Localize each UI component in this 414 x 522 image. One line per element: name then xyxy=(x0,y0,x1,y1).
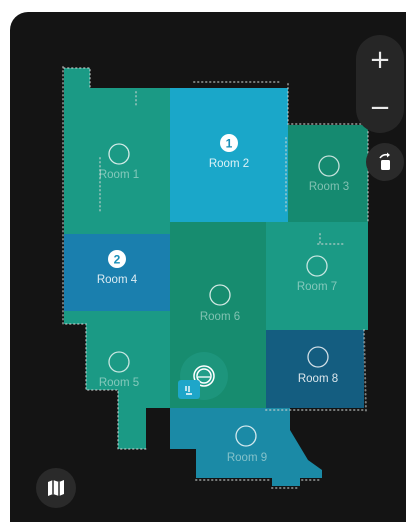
map-icon xyxy=(48,480,64,496)
charging-dock-icon[interactable] xyxy=(178,380,200,399)
room-8-label: Room 8 xyxy=(298,373,338,385)
room-1[interactable]: Room 1 xyxy=(64,68,170,234)
room-8[interactable]: Room 8 xyxy=(266,330,364,408)
rotate-map-button[interactable] xyxy=(366,143,404,181)
room-2-label: Room 2 xyxy=(209,158,249,170)
rotate-map-icon xyxy=(379,152,390,170)
room-2-order-number: 1 xyxy=(226,137,233,151)
room-1-label: Room 1 xyxy=(99,169,139,181)
room-4[interactable]: 2 Room 4 xyxy=(64,234,170,311)
room-4-order-number: 2 xyxy=(114,253,121,267)
room-7-label: Room 7 xyxy=(297,281,337,293)
room-5-label: Room 5 xyxy=(99,377,139,389)
room-3[interactable]: Room 3 xyxy=(288,125,368,222)
room-4-label: Room 4 xyxy=(97,274,138,286)
maps-button[interactable] xyxy=(36,468,76,508)
room-6-label: Room 6 xyxy=(200,311,240,323)
robot-map-screen: Room 1 1 Room 2 Room 3 2 Room 4 Room 6 R… xyxy=(10,12,406,522)
room-2[interactable]: 1 Room 2 xyxy=(170,88,288,222)
room-7[interactable]: Room 7 xyxy=(266,222,368,330)
room-9-label: Room 9 xyxy=(227,452,267,464)
room-3-label: Room 3 xyxy=(309,181,349,193)
zoom-in-button[interactable]: + xyxy=(356,36,404,84)
room-9[interactable]: Room 9 xyxy=(170,408,322,486)
zoom-control: + − xyxy=(356,35,404,133)
zoom-out-button[interactable]: − xyxy=(356,84,404,132)
floor-map: Room 1 1 Room 2 Room 3 2 Room 4 Room 6 R… xyxy=(62,66,369,489)
